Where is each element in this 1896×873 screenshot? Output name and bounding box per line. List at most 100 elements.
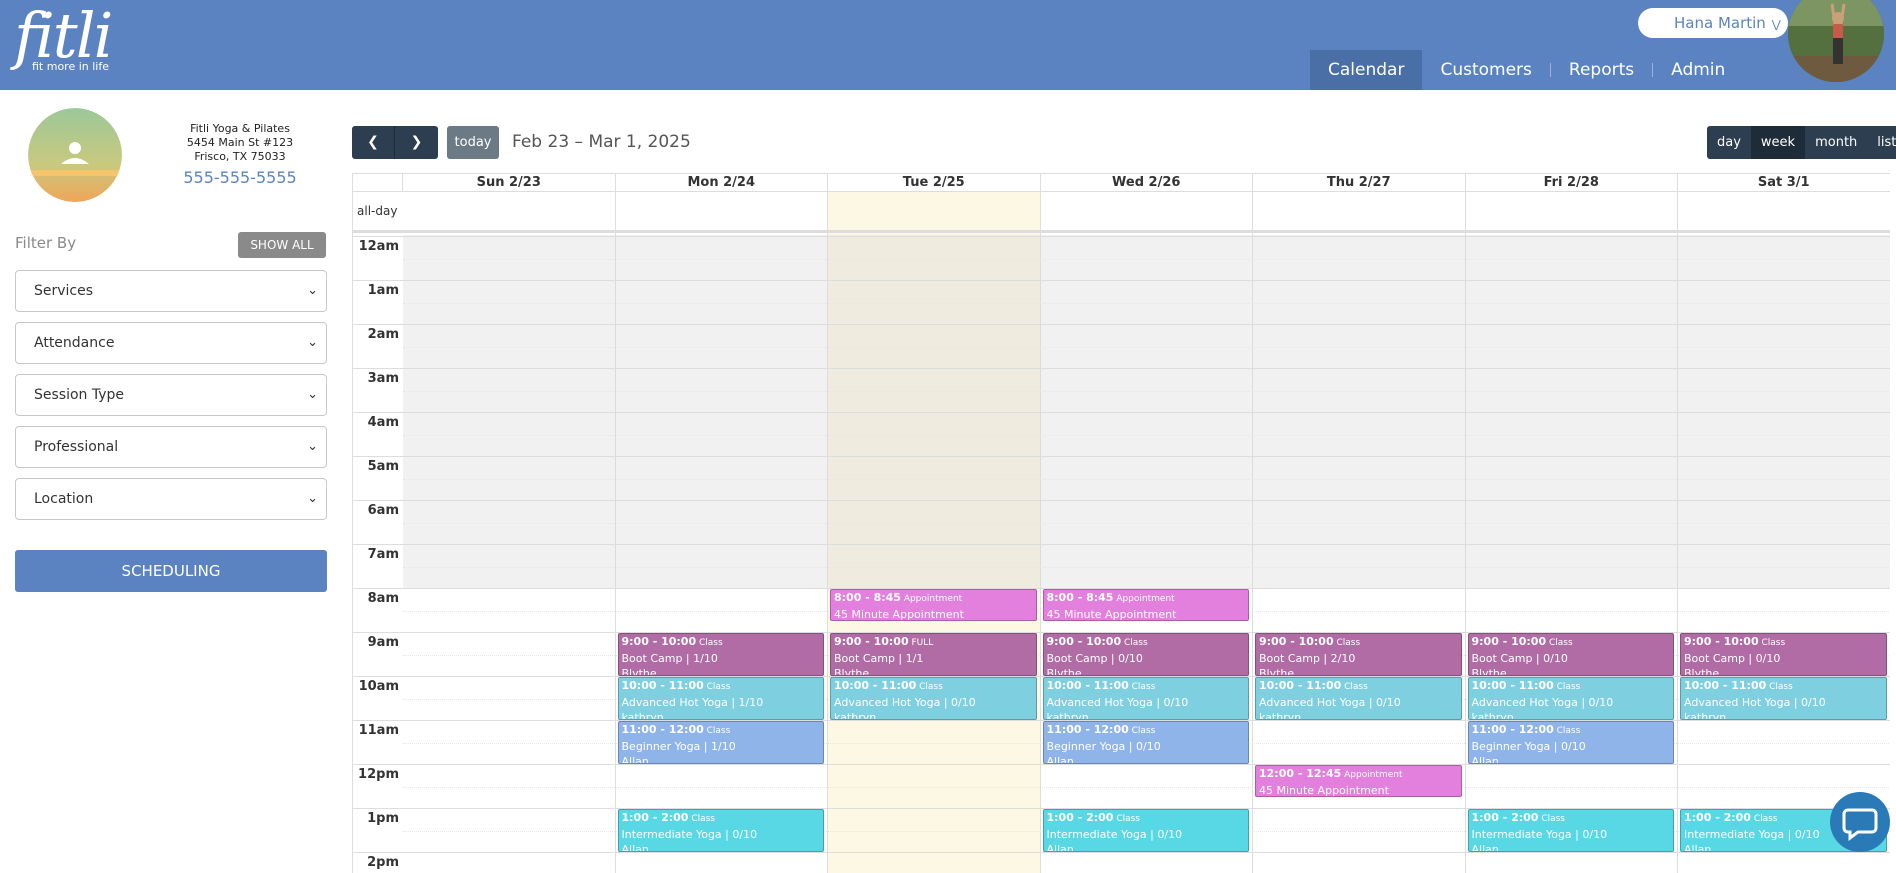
- chevron-left-icon: ❮: [367, 134, 379, 150]
- all-day-label: all-day: [357, 204, 398, 218]
- event-time-range: 9:00 - 10:00: [834, 635, 909, 648]
- event-title: Advanced Hot Yoga | 0/10: [1471, 696, 1614, 709]
- event-title: Intermediate Yoga | 0/10: [621, 828, 758, 841]
- calendar-event[interactable]: 10:00 - 11:00 Class Advanced Hot Yoga | 0…: [830, 677, 1037, 720]
- hour-label: 5am: [367, 459, 399, 474]
- calendar-event[interactable]: 10:00 - 11:00 Class Advanced Hot Yoga | 0…: [1255, 677, 1462, 720]
- show-all-button[interactable]: SHOW ALL: [238, 232, 326, 258]
- nav-customers[interactable]: Customers: [1422, 50, 1549, 90]
- day-header[interactable]: Thu 2/27: [1253, 173, 1466, 191]
- nav-admin[interactable]: Admin: [1653, 50, 1743, 90]
- day-header[interactable]: Sat 3/1: [1678, 173, 1890, 191]
- calendar-event[interactable]: 10:00 - 11:00 Class Advanced Hot Yoga | 0…: [1467, 677, 1674, 720]
- event-time-range: 1:00 - 2:00: [621, 811, 689, 824]
- location-select[interactable]: Location ⌄: [15, 478, 327, 520]
- view-list-button[interactable]: list: [1867, 126, 1896, 159]
- event-kind: Appointment: [900, 594, 963, 604]
- nav-reports[interactable]: Reports: [1551, 50, 1652, 90]
- event-title: Beginner Yoga | 1/10: [621, 740, 736, 753]
- calendar-event[interactable]: 9:00 - 10:00 Class Boot Camp | 2/10 Blythe: [1255, 633, 1462, 676]
- calendar-event[interactable]: 1:00 - 2:00 Class Intermediate Yoga | 0/1…: [1467, 809, 1674, 852]
- event-title: Advanced Hot Yoga | 0/10: [1259, 696, 1401, 709]
- event-time-range: 9:00 - 10:00: [1471, 635, 1547, 648]
- calendar-event[interactable]: 11:00 - 12:00 Class Beginner Yoga | 1/10 A…: [617, 721, 824, 764]
- chevron-down-icon: ⌄: [307, 335, 318, 350]
- chat-support-button[interactable]: [1830, 792, 1890, 852]
- nav-calendar[interactable]: Calendar: [1310, 50, 1423, 90]
- chat-bubble-icon: [1842, 808, 1878, 841]
- services-select[interactable]: Services ⌄: [15, 270, 327, 312]
- next-week-button[interactable]: ❯: [395, 126, 438, 159]
- user-menu-button[interactable]: Hana Martin ⋁: [1638, 8, 1788, 38]
- calendar-event[interactable]: 9:00 - 10:00 Class Boot Camp | 0/10 Blythe: [1680, 633, 1887, 676]
- calendar-event[interactable]: 9:00 - 10:00 Class Boot Camp | 0/10 Blythe: [1042, 633, 1249, 676]
- event-time: 8:00 - 8:45 Appointment: [1047, 590, 1246, 607]
- session-type-select[interactable]: Session Type ⌄: [15, 374, 327, 416]
- filter-by-label: Filter By: [15, 234, 77, 252]
- event-kind: Class: [703, 726, 731, 736]
- calendar-event[interactable]: 11:00 - 12:00 Class Beginner Yoga | 0/10 A…: [1467, 721, 1674, 764]
- studio-logo-image: [28, 108, 122, 202]
- all-day-row: all-day: [353, 191, 1890, 233]
- calendar-event[interactable]: 10:00 - 11:00 Class Advanced Hot Yoga | 0…: [1042, 677, 1249, 720]
- event-title: Intermediate Yoga | 0/10: [1046, 828, 1183, 841]
- attendance-select[interactable]: Attendance ⌄: [15, 322, 327, 364]
- today-button[interactable]: today: [447, 126, 499, 159]
- event-kind: Class: [1128, 726, 1156, 736]
- event-instructor: Allan: [621, 755, 649, 764]
- event-instructor: kathryn: [1684, 711, 1727, 720]
- day-header[interactable]: Mon 2/24: [615, 173, 828, 191]
- avatar[interactable]: [1788, 0, 1884, 82]
- day-header[interactable]: Wed 2/26: [1040, 173, 1253, 191]
- calendar-event[interactable]: 8:00 - 8:45 Appointment 45 Minute Appoint…: [1042, 589, 1249, 621]
- event-title: Beginner Yoga | 0/10: [1046, 740, 1161, 753]
- calendar-event[interactable]: 11:00 - 12:00 Class Beginner Yoga | 0/10 A…: [1042, 721, 1249, 764]
- event-time-range: 9:00 - 10:00: [1259, 635, 1334, 648]
- event-instructor: Allan: [621, 843, 649, 852]
- scheduling-button[interactable]: SCHEDULING: [15, 550, 327, 592]
- event-title: Boot Camp | 1/10: [621, 652, 718, 665]
- calendar-event[interactable]: 9:00 - 10:00 FULL Boot Camp | 1/1 Blythe: [830, 633, 1037, 676]
- chevron-down-icon: ⌄: [307, 439, 318, 454]
- calendar-event[interactable]: 1:00 - 2:00 Class Intermediate Yoga | 0/1…: [617, 809, 824, 852]
- half-hour-line: [403, 567, 1890, 568]
- day-header[interactable]: Fri 2/28: [1465, 173, 1678, 191]
- event-title: Intermediate Yoga | 0/10: [1471, 828, 1608, 841]
- view-day-button[interactable]: day: [1707, 126, 1751, 159]
- event-title: 45 Minute Appointment: [834, 608, 964, 621]
- event-kind: Class: [1333, 638, 1361, 648]
- calendar-event[interactable]: 1:00 - 2:00 Class Intermediate Yoga | 0/1…: [1042, 809, 1249, 852]
- event-instructor: Blythe: [1684, 667, 1720, 676]
- fitli-logo[interactable]: fitli fit more in life: [14, 5, 113, 74]
- calendar-event[interactable]: 9:00 - 10:00 Class Boot Camp | 0/10 Blythe: [1467, 633, 1674, 676]
- calendar-event[interactable]: 10:00 - 11:00 Class Advanced Hot Yoga | 1…: [617, 677, 824, 720]
- calendar-event[interactable]: 8:00 - 8:45 Appointment 45 Minute Appoint…: [830, 589, 1037, 621]
- hour-label: 8am: [367, 591, 399, 606]
- date-range-title: Feb 23 – Mar 1, 2025: [512, 132, 691, 152]
- hour-label: 12pm: [358, 767, 399, 782]
- event-time: 11:00 - 12:00 Class: [1472, 722, 1671, 739]
- day-header[interactable]: Tue 2/25: [828, 173, 1041, 191]
- hour-row: 12pm: [353, 764, 1890, 808]
- event-time: 10:00 - 11:00 Class: [622, 678, 821, 695]
- calendar-event[interactable]: 9:00 - 10:00 Class Boot Camp | 1/10 Blythe: [617, 633, 824, 676]
- professional-select[interactable]: Professional ⌄: [15, 426, 327, 468]
- day-header[interactable]: Sun 2/23: [403, 173, 616, 191]
- hour-label: 3am: [367, 371, 399, 386]
- studio-info: Fitli Yoga & Pilates 5454 Main St #123 F…: [160, 122, 320, 188]
- prev-week-button[interactable]: ❮: [352, 126, 395, 159]
- chevron-down-icon: ⌄: [307, 491, 318, 506]
- event-kind: Class: [916, 682, 943, 692]
- view-month-button[interactable]: month: [1805, 126, 1868, 159]
- calendar-event[interactable]: 10:00 - 11:00 Class Advanced Hot Yoga | 0…: [1680, 677, 1887, 720]
- calendar-event[interactable]: 12:00 - 12:45 Appointment 45 Minute Appoi…: [1255, 765, 1462, 797]
- event-instructor: kathryn: [834, 711, 877, 720]
- studio-phone[interactable]: 555-555-5555: [160, 168, 320, 188]
- view-week-button[interactable]: week: [1750, 126, 1806, 159]
- prev-next-group: ❮ ❯: [352, 126, 438, 159]
- event-kind: Class: [696, 638, 723, 648]
- week-calendar-grid: all-day Sun 2/23 Mon 2/24 Tue 2/25 Wed 2/26…: [352, 173, 1890, 873]
- session-type-select-label: Session Type: [34, 387, 125, 403]
- chevron-down-icon: ⌄: [307, 283, 318, 298]
- event-kind: Class: [1766, 682, 1793, 692]
